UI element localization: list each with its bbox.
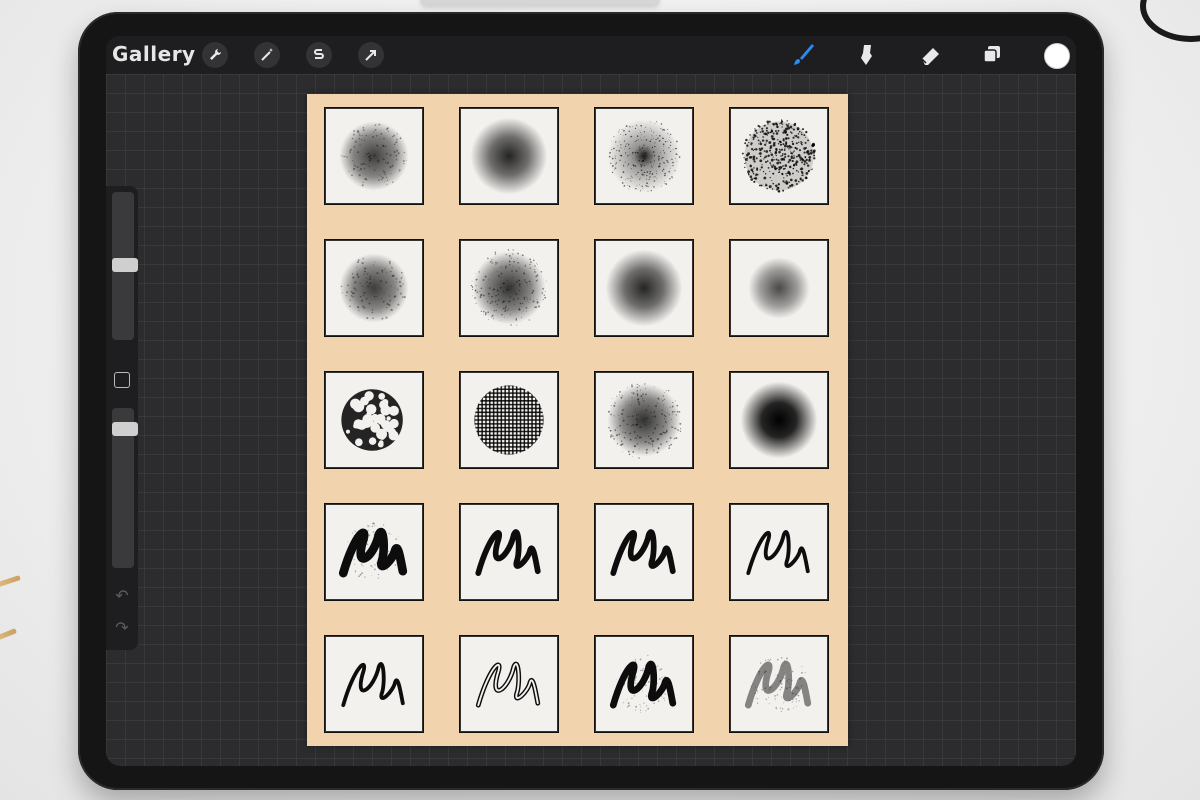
actions-wrench-icon[interactable] [202, 42, 228, 68]
smudge-icon[interactable] [850, 39, 882, 71]
brush-swatch-soft-airbrush [594, 239, 694, 337]
brush-swatch-stipple [594, 107, 694, 205]
desk-glasses [1140, 0, 1200, 42]
layers-icon[interactable] [976, 39, 1008, 71]
redo-arrow-icon[interactable]: ↷ [112, 618, 132, 638]
adjustments-magic-wand-icon[interactable] [254, 42, 280, 68]
brush-swatch-soft-noise [324, 239, 424, 337]
selection-s-icon[interactable] [306, 42, 332, 68]
brush-swatch-crosshatch [459, 371, 559, 469]
brush-swatch-grain [594, 371, 694, 469]
brush-swatch-scribble-thin [324, 635, 424, 733]
brush-swatch-soft-noise [324, 107, 424, 205]
undo-arrow-icon[interactable]: ↶ [112, 586, 132, 606]
brush-swatch-scribble-outline [459, 635, 559, 733]
desk-pencil [0, 575, 21, 596]
modify-button[interactable] [114, 372, 130, 388]
gallery-button[interactable]: Gallery [112, 41, 196, 67]
brush-swatch-splatter [729, 107, 829, 205]
brush-swatch-grain [459, 239, 559, 337]
brush-swatch-soft-airbrush [459, 107, 559, 205]
transform-arrow-icon[interactable] [358, 42, 384, 68]
opacity-slider[interactable] [112, 408, 138, 568]
brush-swatch-scribble-ink [459, 503, 559, 601]
brush-swatch-scribble-heavy [324, 503, 424, 601]
desk-cable [420, 0, 660, 6]
brush-swatch-scribble-thin [729, 503, 829, 601]
brush-swatch-crackle [324, 371, 424, 469]
brush-icon[interactable] [786, 39, 818, 71]
eraser-icon[interactable] [914, 39, 946, 71]
brush-size-slider[interactable] [112, 192, 138, 340]
procreate-screen: Gallery ↶ ↷ [106, 36, 1076, 766]
desk-pencil [0, 628, 17, 651]
top-toolbar: Gallery [106, 36, 1076, 74]
brush-swatch-soft-light [729, 239, 829, 337]
brush-swatch-scribble-ink [594, 503, 694, 601]
brush-swatch-hard-airbrush [729, 371, 829, 469]
brush-swatch-scribble-sparkle [729, 635, 829, 733]
artwork-canvas[interactable] [307, 94, 848, 746]
opacity-thumb[interactable] [112, 422, 138, 436]
color-swatch[interactable] [1044, 43, 1070, 69]
brush-swatch-scribble-charcoal [594, 635, 694, 733]
brush-size-thumb[interactable] [112, 258, 138, 272]
left-sidebar: ↶ ↷ [106, 186, 138, 650]
